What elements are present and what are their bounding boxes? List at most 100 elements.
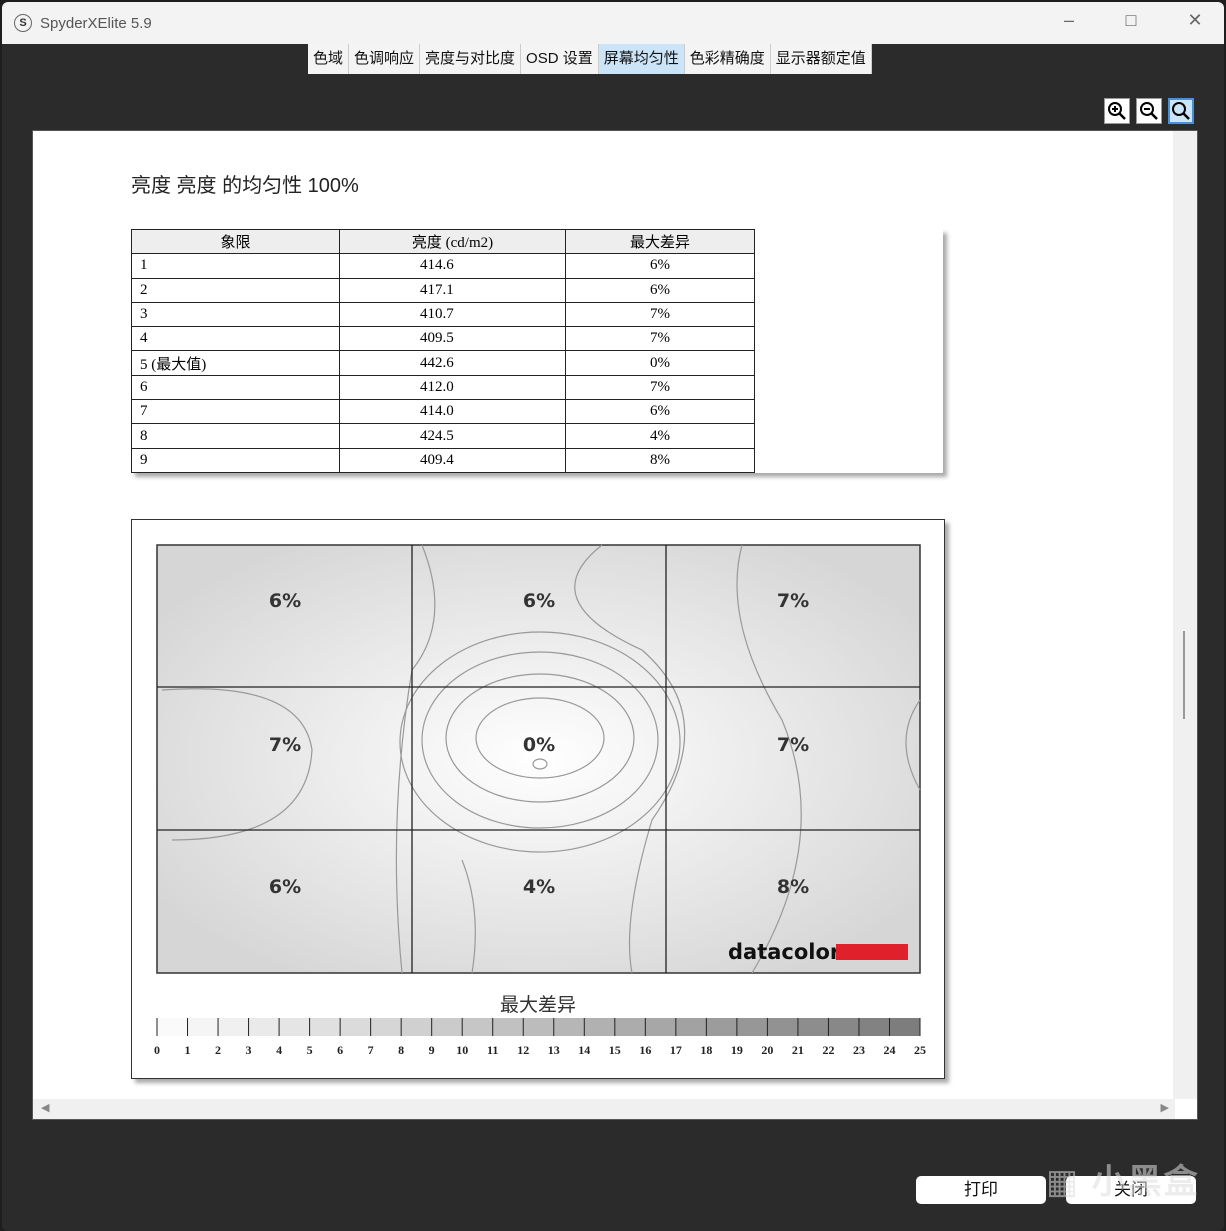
app-logo-icon: S — [14, 14, 32, 32]
legend-tick-label: 18 — [700, 1043, 712, 1057]
legend-tick-label: 15 — [609, 1043, 621, 1057]
maximize-icon[interactable]: □ — [1116, 10, 1146, 31]
legend-tick-label: 7 — [368, 1043, 374, 1057]
legend-tick-label: 22 — [822, 1043, 834, 1057]
legend-swatch — [645, 1018, 677, 1036]
column-header: 最大差异 — [565, 228, 755, 255]
table-cell: 2 — [131, 277, 340, 303]
legend-tick-label: 0 — [154, 1043, 160, 1057]
legend-tick-label: 19 — [731, 1043, 743, 1057]
legend-swatch — [462, 1018, 494, 1036]
report-heading: 亮度 亮度 的均匀性 100% — [131, 175, 359, 197]
legend-swatch — [187, 1018, 219, 1036]
legend-swatch — [401, 1018, 433, 1036]
table-row: 1 414.6 6% — [131, 253, 755, 279]
legend-tick-label: 20 — [761, 1043, 773, 1057]
tab-1[interactable]: 色调响应 — [349, 44, 421, 74]
legend-tick-label: 14 — [578, 1043, 590, 1057]
table-row: 5 (最大值) 442.6 0% — [131, 350, 755, 376]
table-cell: 5 (最大值) — [131, 350, 340, 376]
legend-swatch — [218, 1018, 250, 1036]
legend-swatch — [279, 1018, 311, 1036]
legend-swatch — [828, 1018, 860, 1036]
legend-swatch — [889, 1018, 921, 1036]
close-icon[interactable]: ✕ — [1180, 10, 1210, 31]
quadrant-value-label: 8% — [777, 876, 809, 898]
table-cell: 410.7 — [339, 301, 566, 328]
legend-swatch — [614, 1018, 646, 1036]
legend-tick-label: 13 — [548, 1043, 560, 1057]
zoom-toolbar — [1104, 98, 1194, 124]
quadrant-value-label: 7% — [269, 734, 301, 756]
table-cell: 442.6 — [339, 350, 566, 376]
app-window: S SpyderXElite 5.9 – □ ✕ 色域 色调响应 亮度与对比度 OSD… — [2, 2, 1224, 1231]
zoom-in-icon[interactable] — [1104, 98, 1130, 124]
table-cell: 6% — [565, 253, 755, 279]
uniformity-map-panel: 6% 6% 7% 7% 0% 7% 6% 4% 8% datacolor 最大差异 012345… — [131, 519, 945, 1079]
legend-swatch — [248, 1018, 280, 1036]
scrollbar-thumb[interactable] — [1183, 631, 1185, 719]
legend-tick-label: 5 — [307, 1043, 313, 1057]
legend-swatch — [523, 1018, 555, 1036]
legend-swatch — [492, 1018, 524, 1036]
scroll-left-icon[interactable]: ◀ — [41, 1101, 49, 1114]
legend-swatch — [157, 1018, 189, 1036]
uniformity-table-panel: 象限 亮度 (cd/m2) 最大差异 1 414.6 6% 2 417.1 6% 3 410.… — [131, 228, 943, 473]
tab-4[interactable]: 屏幕均匀性 — [598, 44, 685, 74]
tab-2[interactable]: 亮度与对比度 — [420, 44, 522, 74]
horizontal-scrollbar[interactable]: ◀ ▶ — [33, 1099, 1175, 1119]
quadrant-value-label: 7% — [777, 590, 809, 612]
table-cell: 4 — [131, 326, 340, 352]
table-cell: 7% — [565, 301, 755, 328]
legend-swatch — [309, 1018, 341, 1036]
tab-5[interactable]: 色彩精确度 — [684, 44, 771, 74]
table-row: 6 412.0 7% — [131, 374, 755, 401]
table-cell: 414.0 — [339, 399, 566, 425]
table-cell: 4% — [565, 423, 755, 449]
legend-swatch — [675, 1018, 707, 1036]
tab-6[interactable]: 显示器额定值 — [770, 44, 872, 74]
uniformity-table: 象限 亮度 (cd/m2) 最大差异 1 414.6 6% 2 417.1 6% 3 410.… — [131, 228, 755, 473]
vertical-scrollbar[interactable] — [1173, 131, 1197, 1099]
tab-3[interactable]: OSD 设置 — [521, 44, 599, 74]
legend-tick-label: 21 — [792, 1043, 804, 1057]
table-cell: 424.5 — [339, 423, 566, 449]
tab-0[interactable]: 色域 — [308, 44, 350, 74]
legend-tick-label: 4 — [276, 1043, 282, 1057]
watermark-text: 小黑盒 — [1091, 1163, 1200, 1201]
report-viewer: 亮度 亮度 的均匀性 100% 象限 亮度 (cd/m2) 最大差异 1 414.… — [32, 130, 1198, 1120]
legend-swatch — [767, 1018, 799, 1036]
legend-tick-label: 17 — [670, 1043, 682, 1057]
datacolor-logo-text: datacolor — [728, 940, 841, 964]
window-title: SpyderXElite 5.9 — [40, 14, 152, 32]
legend-swatch — [584, 1018, 616, 1036]
table-cell: 409.4 — [339, 447, 566, 473]
legend-title: 最大差异 — [499, 995, 576, 1016]
watermark-logo: ▦ 小黑盒 — [1046, 1163, 1200, 1201]
legend-tick-label: 2 — [215, 1043, 221, 1057]
table-row: 8 424.5 4% — [131, 423, 755, 449]
table-cell: 409.5 — [339, 326, 566, 352]
table-row: 9 409.4 8% — [131, 447, 755, 473]
legend-tick-label: 3 — [246, 1043, 252, 1057]
legend-swatch — [736, 1018, 768, 1036]
legend-tick-label: 6 — [337, 1043, 343, 1057]
legend-swatch — [340, 1018, 372, 1036]
scroll-right-icon[interactable]: ▶ — [1161, 1101, 1169, 1114]
table-cell: 6 — [131, 374, 340, 401]
legend-tick-label: 10 — [456, 1043, 468, 1057]
legend-tick-label: 25 — [914, 1043, 926, 1057]
zoom-out-icon[interactable] — [1136, 98, 1162, 124]
minimize-icon[interactable]: – — [1054, 10, 1084, 31]
column-header: 亮度 (cd/m2) — [339, 228, 566, 255]
table-row: 4 409.5 7% — [131, 326, 755, 352]
legend-tick-label: 11 — [487, 1043, 498, 1057]
quadrant-value-label: 0% — [523, 734, 555, 756]
legend-tick-label: 16 — [639, 1043, 651, 1057]
legend-tick-label: 8 — [398, 1043, 404, 1057]
quadrant-value-label: 6% — [523, 590, 555, 612]
table-cell: 6% — [565, 399, 755, 425]
table-cell: 7% — [565, 374, 755, 401]
zoom-fit-icon[interactable] — [1168, 98, 1194, 124]
print-button[interactable]: 打印 — [916, 1176, 1046, 1204]
